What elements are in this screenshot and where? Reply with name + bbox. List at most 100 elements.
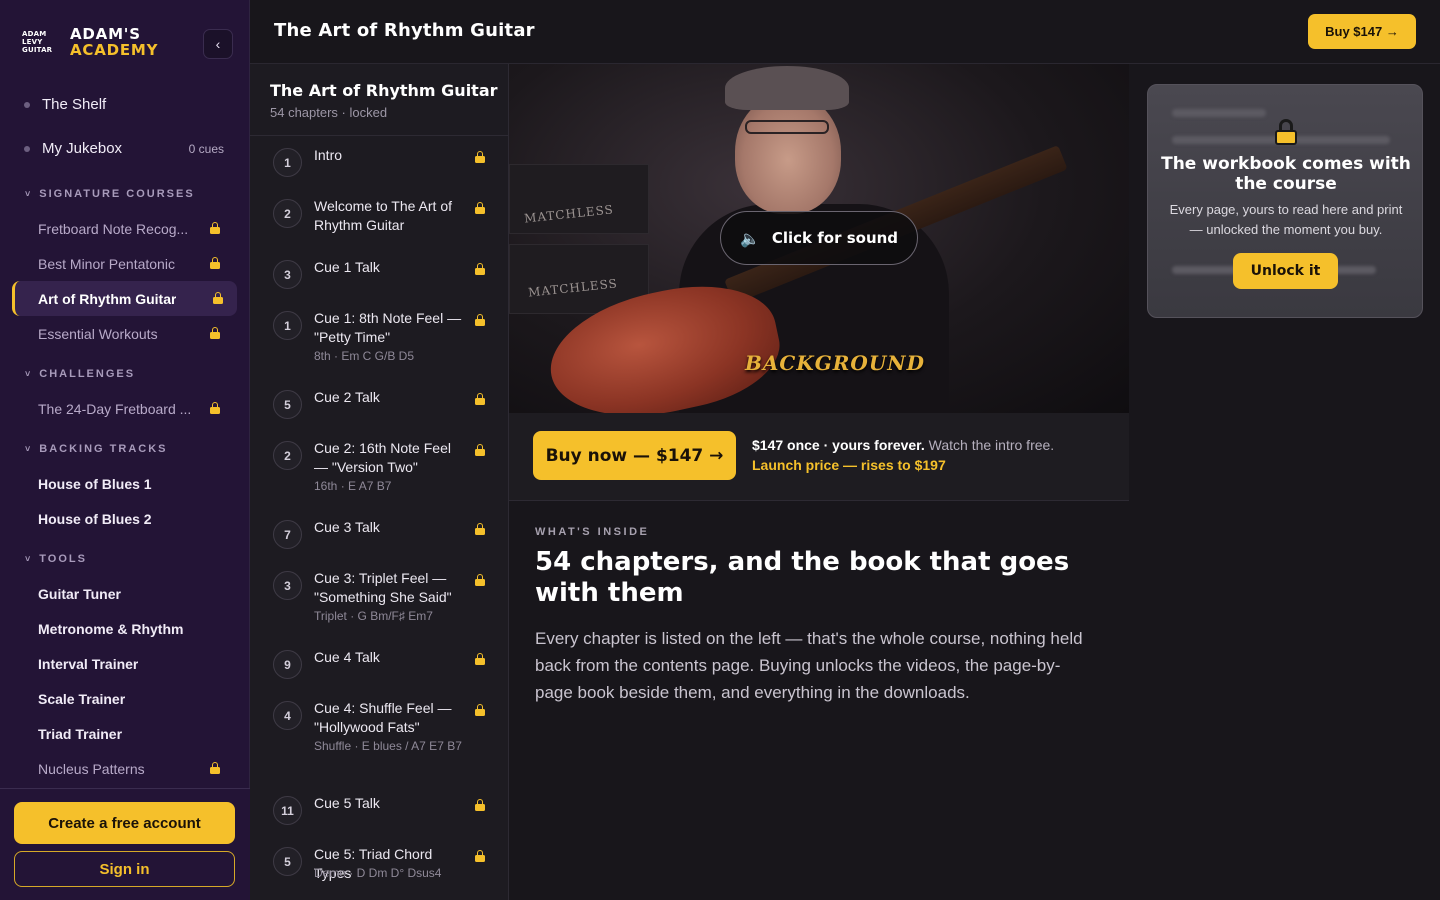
lock-icon — [475, 704, 485, 716]
workbook-description: Every page, yours to read here and print… — [1169, 202, 1403, 237]
app-root: ADAM LEVY GUITAR ADAM'S ACADEMY ‹ The Sh… — [0, 0, 1440, 900]
chapter-row[interactable]: 5 Cue 2 Talk — [250, 388, 508, 438]
chapter-number: 2 — [273, 441, 302, 470]
unlock-button[interactable]: Unlock it — [1233, 253, 1338, 289]
chapter-row[interactable]: 7 Cue 3 Talk — [250, 518, 508, 568]
person-cap — [725, 66, 849, 110]
lock-icon — [475, 444, 485, 456]
create-account-button[interactable]: Create a free account — [14, 802, 235, 844]
chapter-number: 2 — [273, 199, 302, 228]
right-panel: The workbook comes with the course Every… — [1129, 64, 1440, 900]
sidebar-footer: Create a free account Sign in — [0, 788, 250, 900]
chapter-row[interactable]: 1 Cue 1: 8th Note Feel — "Petty Time" 8th … — [250, 309, 508, 363]
lock-icon — [210, 327, 220, 339]
sidebar-item-scale-trainer[interactable]: Scale Trainer — [12, 681, 237, 716]
chapter-meta: Triplet · G Bm/F♯ Em7 — [314, 609, 433, 623]
chapter-title: Intro — [314, 147, 343, 163]
chapter-number: 7 — [273, 520, 302, 549]
chapter-row[interactable]: 1 Intro — [250, 146, 508, 196]
chevron-down-icon: ˅ — [25, 369, 33, 379]
logo-mark: ADAM LEVY GUITAR — [22, 30, 53, 54]
click-for-sound-button[interactable]: 🔈 Click for sound — [720, 211, 918, 265]
blurred-line — [1172, 109, 1266, 117]
sidebar-item-house-of-blues-2[interactable]: House of Blues 2 — [12, 501, 237, 536]
sidebar-item-best-minor-pentatonic[interactable]: Best Minor Pentatonic — [12, 246, 237, 281]
chapter-number: 5 — [273, 390, 302, 419]
nav-item-the-shelf[interactable]: The Shelf — [24, 96, 224, 113]
person-head — [735, 94, 841, 214]
chapter-title: Cue 5 Talk — [314, 795, 380, 811]
chapter-row[interactable]: 11 Cue 5 Talk — [250, 794, 508, 844]
sidebar-item-metronome-rhythm[interactable]: Metronome & Rhythm — [12, 611, 237, 646]
video-player[interactable]: MATCHLESS MATCHLESS BACKGROUND 🔈 Click f… — [509, 64, 1129, 413]
speaker-icon: 🔈 — [739, 228, 760, 248]
buy-strip: Buy now — $147 → $147 once · yours forev… — [509, 413, 1129, 501]
lock-icon — [475, 314, 485, 326]
section-tools[interactable]: ˅ TOOLS — [25, 553, 87, 565]
chapter-title: Cue 4: Shuffle Feel — "Hollywood Fats" — [314, 700, 452, 735]
sidebar-item-fretboard-note-recognition[interactable]: Fretboard Note Recog... — [12, 211, 237, 246]
section-backing-tracks[interactable]: ˅ BACKING TRACKS — [25, 443, 168, 455]
chapter-list-header: The Art of Rhythm Guitar 54 chapters · l… — [250, 64, 508, 136]
chapter-title: Cue 3 Talk — [314, 519, 380, 535]
sidebar-item-nucleus-patterns[interactable]: Nucleus Patterns — [12, 751, 237, 786]
nav-item-my-jukebox[interactable]: My Jukebox 0 cues — [24, 140, 224, 157]
chapter-row[interactable]: 2 Cue 2: 16th Note Feel — "Version Two" 16… — [250, 439, 508, 493]
sidebar-item-24-day-fretboard[interactable]: The 24-Day Fretboard ... — [12, 391, 237, 426]
chapter-title: Cue 2 Talk — [314, 389, 380, 405]
chevron-left-icon: ‹ — [215, 36, 221, 52]
chapter-row[interactable]: 5 Cue 5: Triad Chord Types Demo · D Dm D° … — [250, 845, 508, 895]
chevron-down-icon: ˅ — [25, 554, 33, 564]
chapter-row[interactable]: 4 Cue 4: Shuffle Feel — "Hollywood Fats" S… — [250, 699, 508, 753]
chapter-title: Cue 1 Talk — [314, 259, 380, 275]
chapter-row[interactable]: 9 Cue 4 Talk — [250, 648, 508, 698]
chapter-number: 9 — [273, 650, 302, 679]
workbook-title: The workbook comes with the course — [1161, 154, 1411, 194]
sidebar-item-essential-workouts[interactable]: Essential Workouts — [12, 316, 237, 351]
sidebar-item-guitar-tuner[interactable]: Guitar Tuner — [12, 576, 237, 611]
buy-button-top[interactable]: Buy $147 → — [1308, 14, 1416, 49]
chapter-title: Cue 1: 8th Note Feel — "Petty Time" — [314, 310, 462, 345]
brand-logo[interactable]: ADAM LEVY GUITAR ADAM'S ACADEMY — [22, 26, 158, 58]
section-eyebrow: WHAT'S INSIDE — [535, 526, 650, 538]
chapter-meta: 16th · E A7 B7 — [314, 479, 392, 493]
chapter-list: The Art of Rhythm Guitar 54 chapters · l… — [250, 64, 509, 900]
lock-icon — [475, 523, 485, 535]
bullet-icon — [24, 101, 30, 108]
chapter-number: 11 — [273, 796, 302, 825]
whats-inside: WHAT'S INSIDE 54 chapters, and the book … — [509, 501, 1129, 900]
lock-icon — [210, 222, 220, 234]
workbook-card: The workbook comes with the course Every… — [1147, 84, 1423, 318]
lock-icon — [475, 653, 485, 665]
chapter-row[interactable]: 3 Cue 1 Talk — [250, 258, 508, 308]
brand-name: ADAM'S ACADEMY — [70, 25, 159, 59]
chevron-down-icon: ˅ — [25, 444, 33, 454]
section-challenges[interactable]: ˅ CHALLENGES — [25, 368, 135, 380]
sidebar-item-art-of-rhythm-guitar[interactable]: Art of Rhythm Guitar — [12, 281, 237, 316]
lock-icon — [475, 263, 485, 275]
sidebar-item-house-of-blues-1[interactable]: House of Blues 1 — [12, 466, 237, 501]
chapter-number: 3 — [273, 571, 302, 600]
top-bar: The Art of Rhythm Guitar Buy $147 → — [250, 0, 1440, 64]
lock-icon — [475, 799, 485, 811]
section-signature-courses[interactable]: ˅ SIGNATURE COURSES — [25, 188, 195, 200]
video-overlay-text: BACKGROUND — [745, 351, 925, 375]
section-paragraph: Every chapter is listed on the left — th… — [535, 629, 1083, 702]
chapter-row[interactable]: 3 Cue 3: Triplet Feel — "Something She Sa… — [250, 569, 508, 623]
lock-icon — [475, 574, 485, 586]
section-headline: 54 chapters, and the book that goes with… — [535, 547, 1070, 608]
chapter-row[interactable]: 2 Welcome to The Art of Rhythm Guitar — [250, 197, 508, 247]
jukebox-count: 0 cues — [188, 141, 224, 156]
lock-icon — [213, 292, 223, 304]
lock-icon — [1275, 119, 1297, 145]
bullet-icon — [24, 145, 30, 152]
launch-price-note: Launch price — rises to $197 — [752, 457, 946, 473]
buy-now-button[interactable]: Buy now — $147 → — [533, 431, 736, 480]
lock-icon — [475, 151, 485, 163]
sidebar-item-interval-trainer[interactable]: Interval Trainer — [12, 646, 237, 681]
amp-left-top: MATCHLESS — [509, 164, 649, 234]
collapse-sidebar-button[interactable]: ‹ — [203, 29, 233, 59]
chapter-number: 1 — [273, 148, 302, 177]
sign-in-button[interactable]: Sign in — [14, 851, 235, 887]
sidebar-item-triad-trainer[interactable]: Triad Trainer — [12, 716, 237, 751]
